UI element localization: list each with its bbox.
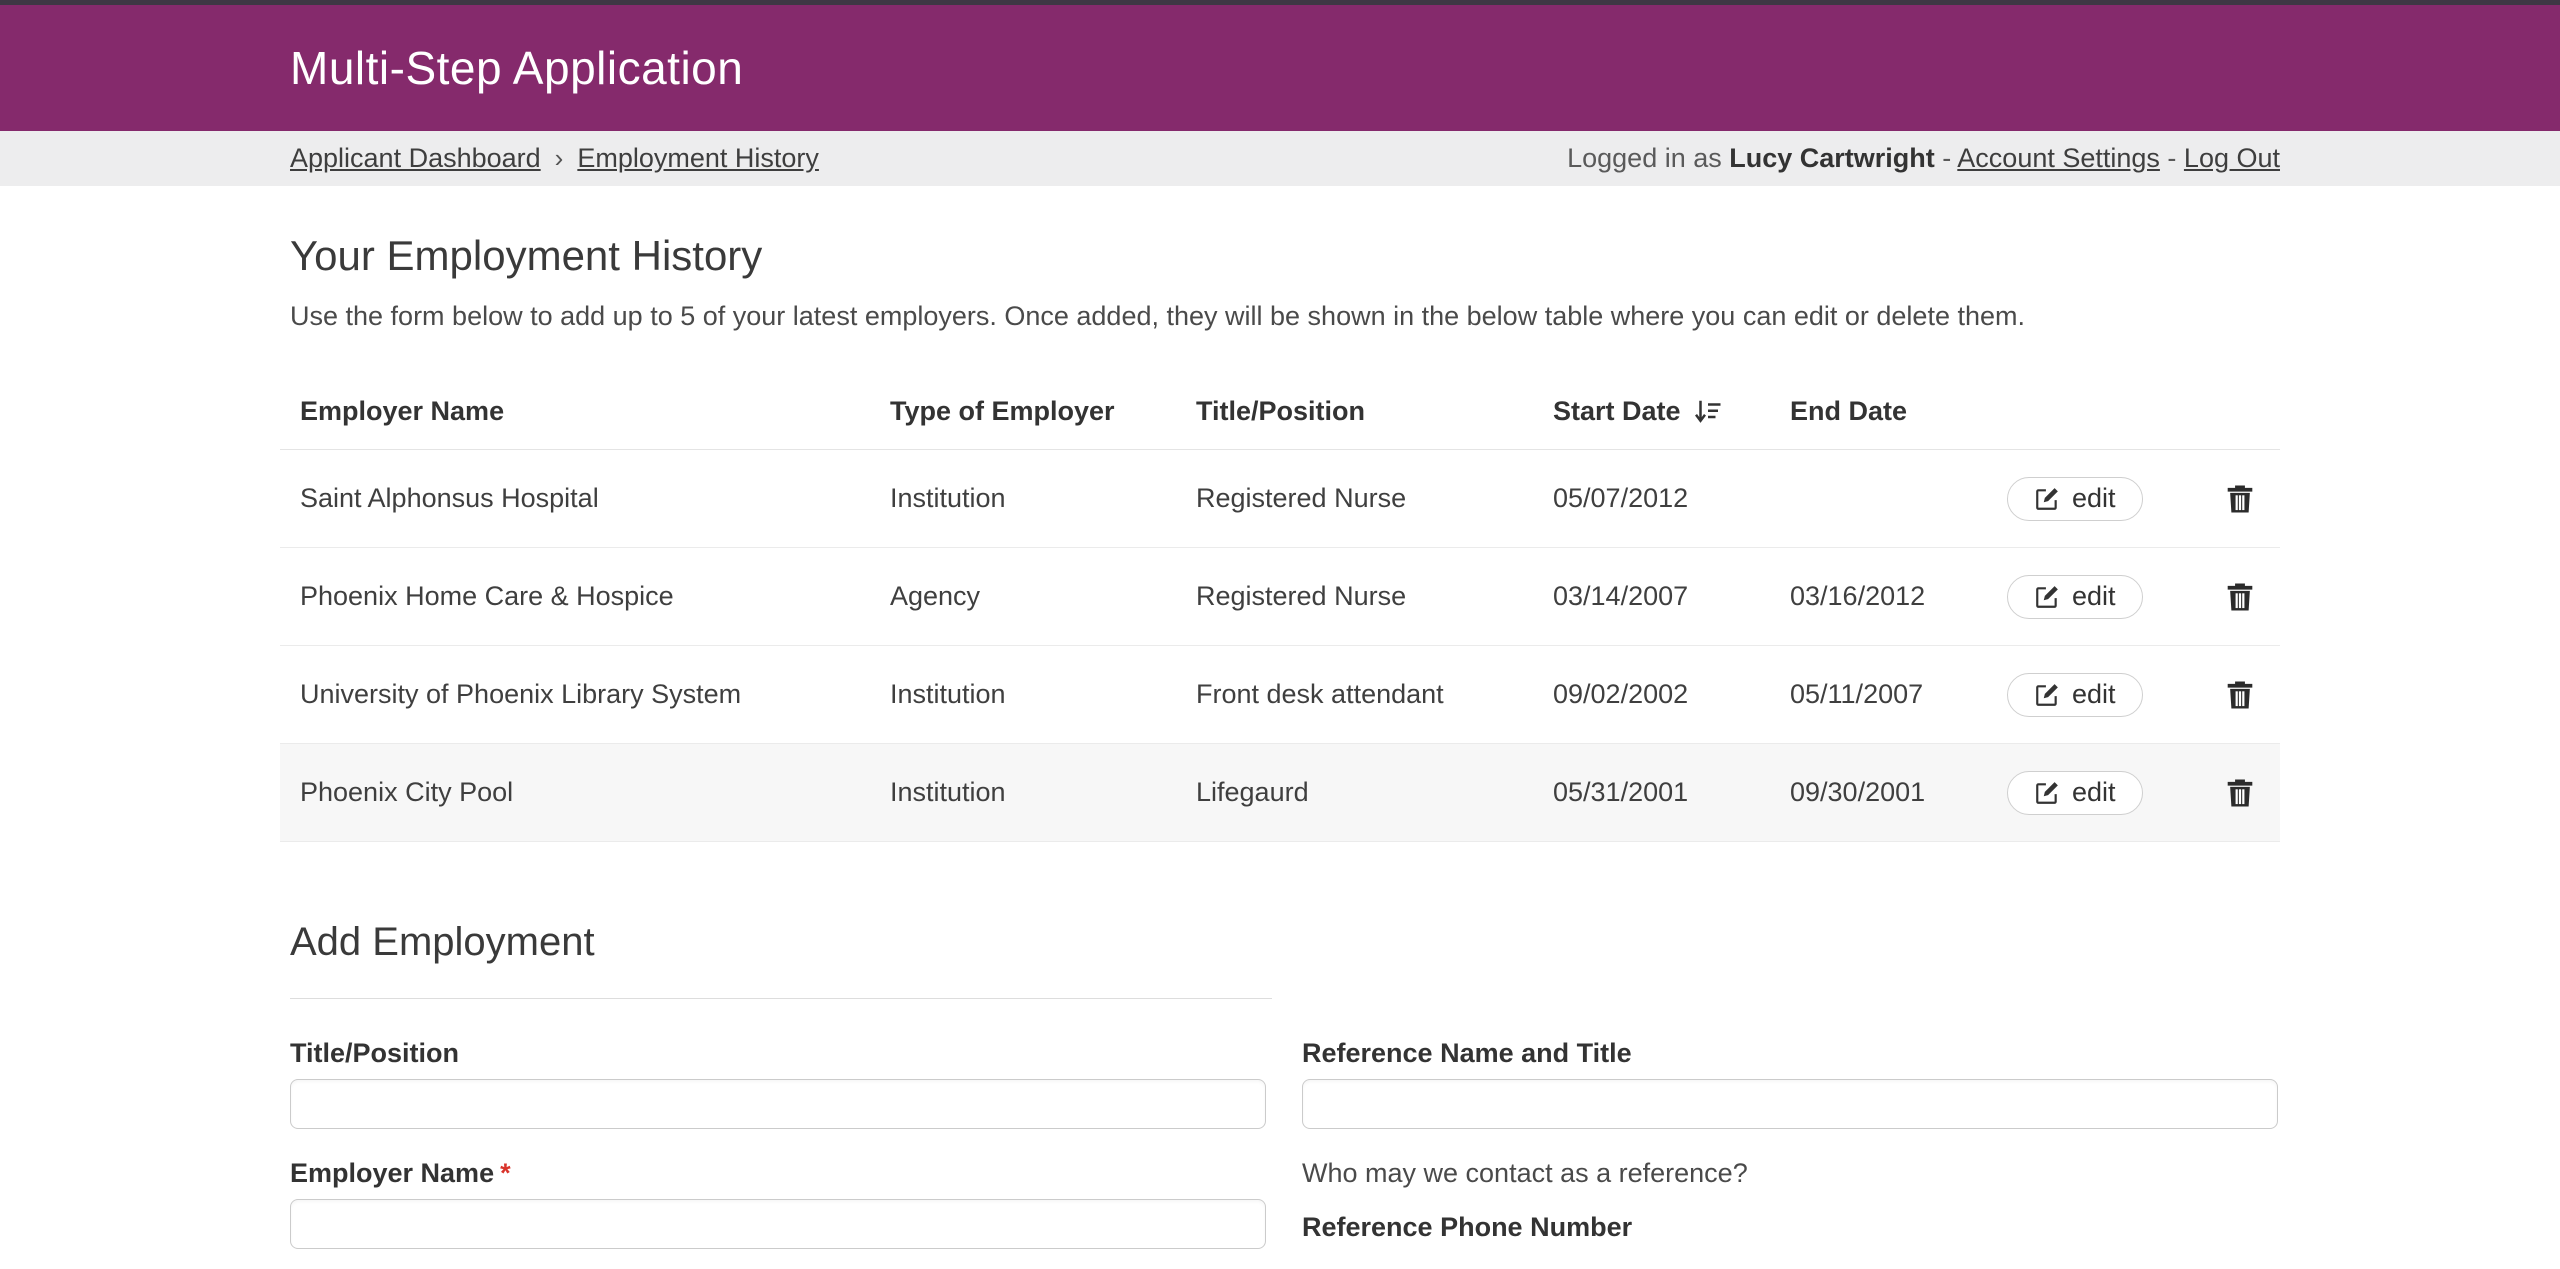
edit-button[interactable]: edit [2007, 477, 2143, 521]
cell-end-date: 03/16/2012 [1790, 581, 2007, 612]
edit-button-label: edit [2072, 581, 2116, 612]
delete-button[interactable] [2200, 679, 2280, 711]
edit-pencil-icon [2034, 486, 2060, 512]
table-row: University of Phoenix Library System Ins… [280, 646, 2280, 744]
reference-question-text: Who may we contact as a reference? [1302, 1155, 2278, 1191]
delete-button[interactable] [2200, 483, 2280, 515]
login-status: Logged in as Lucy Cartwright - Account S… [1567, 143, 2280, 174]
cell-end-date: 09/30/2001 [1790, 777, 2007, 808]
breadcrumb-bar: Applicant Dashboard › Employment History… [0, 131, 2560, 186]
cell-start-date: 05/07/2012 [1553, 483, 1790, 514]
column-header-start-date: Start Date [1553, 396, 1790, 427]
reference-phone-label: Reference Phone Number [1302, 1209, 2278, 1245]
edit-pencil-icon [2034, 584, 2060, 610]
column-header-employer-name: Employer Name [300, 396, 890, 427]
reference-name-input[interactable] [1302, 1079, 2278, 1129]
login-dash: - [1935, 143, 1958, 173]
cell-title-position: Lifegaurd [1196, 777, 1553, 808]
table-header-row: Employer Name Type of Employer Title/Pos… [280, 374, 2280, 450]
add-employment-title: Add Employment [280, 916, 2280, 968]
cell-employer-name: Phoenix Home Care & Hospice [300, 581, 890, 612]
cell-title-position: Registered Nurse [1196, 581, 1553, 612]
sort-descending-icon[interactable] [1693, 397, 1723, 427]
breadcrumb: Applicant Dashboard › Employment History [280, 143, 819, 174]
employer-name-label: Employer Name* [290, 1155, 1266, 1191]
edit-pencil-icon [2034, 682, 2060, 708]
login-username: Lucy Cartwright [1729, 143, 1935, 173]
table-row: Saint Alphonsus Hospital Institution Reg… [280, 450, 2280, 548]
delete-button[interactable] [2200, 777, 2280, 809]
edit-button[interactable]: edit [2007, 673, 2143, 717]
cell-employer-type: Institution [890, 483, 1196, 514]
cell-start-date: 09/02/2002 [1553, 679, 1790, 710]
cell-employer-type: Institution [890, 679, 1196, 710]
reference-name-label: Reference Name and Title [1302, 1035, 2278, 1071]
employer-name-label-text: Employer Name [290, 1158, 494, 1188]
cell-title-position: Registered Nurse [1196, 483, 1553, 514]
cell-employer-name: University of Phoenix Library System [300, 679, 890, 710]
account-settings-link[interactable]: Account Settings [1957, 143, 2160, 173]
cell-employer-name: Saint Alphonsus Hospital [300, 483, 890, 514]
app-header: Multi-Step Application [0, 5, 2560, 131]
page-title: Your Employment History [280, 230, 2280, 282]
edit-button[interactable]: edit [2007, 575, 2143, 619]
app-title: Multi-Step Application [280, 41, 2280, 95]
trash-icon [2225, 483, 2255, 515]
column-header-end-date: End Date [1790, 396, 2007, 427]
trash-icon [2225, 679, 2255, 711]
cell-employer-type: Agency [890, 581, 1196, 612]
cell-employer-type: Institution [890, 777, 1196, 808]
breadcrumb-applicant-dashboard[interactable]: Applicant Dashboard [290, 143, 541, 174]
page-description: Use the form below to add up to 5 of you… [280, 298, 2280, 334]
start-date-label: Start Date [1553, 396, 1681, 427]
edit-button-label: edit [2072, 483, 2116, 514]
table-row: Phoenix City Pool Institution Lifegaurd … [280, 744, 2280, 842]
delete-button[interactable] [2200, 581, 2280, 613]
edit-button-label: edit [2072, 679, 2116, 710]
table-row: Phoenix Home Care & Hospice Agency Regis… [280, 548, 2280, 646]
cell-title-position: Front desk attendant [1196, 679, 1553, 710]
employment-table: Employer Name Type of Employer Title/Pos… [280, 374, 2280, 842]
login-dash: - [2160, 143, 2184, 173]
cell-start-date: 05/31/2001 [1553, 777, 1790, 808]
cell-start-date: 03/14/2007 [1553, 581, 1790, 612]
required-asterisk: * [500, 1158, 511, 1188]
log-out-link[interactable]: Log Out [2184, 143, 2280, 173]
cell-end-date: 05/11/2007 [1790, 679, 2007, 710]
add-employment-form: Title/Position Employer Name* Reference … [280, 1035, 2280, 1249]
title-position-input[interactable] [290, 1079, 1266, 1129]
breadcrumb-employment-history[interactable]: Employment History [577, 143, 819, 174]
trash-icon [2225, 581, 2255, 613]
edit-button[interactable]: edit [2007, 771, 2143, 815]
trash-icon [2225, 777, 2255, 809]
section-divider [290, 998, 1272, 999]
edit-button-label: edit [2072, 777, 2116, 808]
column-header-title-position: Title/Position [1196, 396, 1553, 427]
breadcrumb-separator-icon: › [555, 143, 564, 174]
login-prefix: Logged in as [1567, 143, 1729, 173]
column-header-employer-type: Type of Employer [890, 396, 1196, 427]
edit-pencil-icon [2034, 780, 2060, 806]
employer-name-input[interactable] [290, 1199, 1266, 1249]
cell-employer-name: Phoenix City Pool [300, 777, 890, 808]
title-position-label: Title/Position [290, 1035, 1266, 1071]
